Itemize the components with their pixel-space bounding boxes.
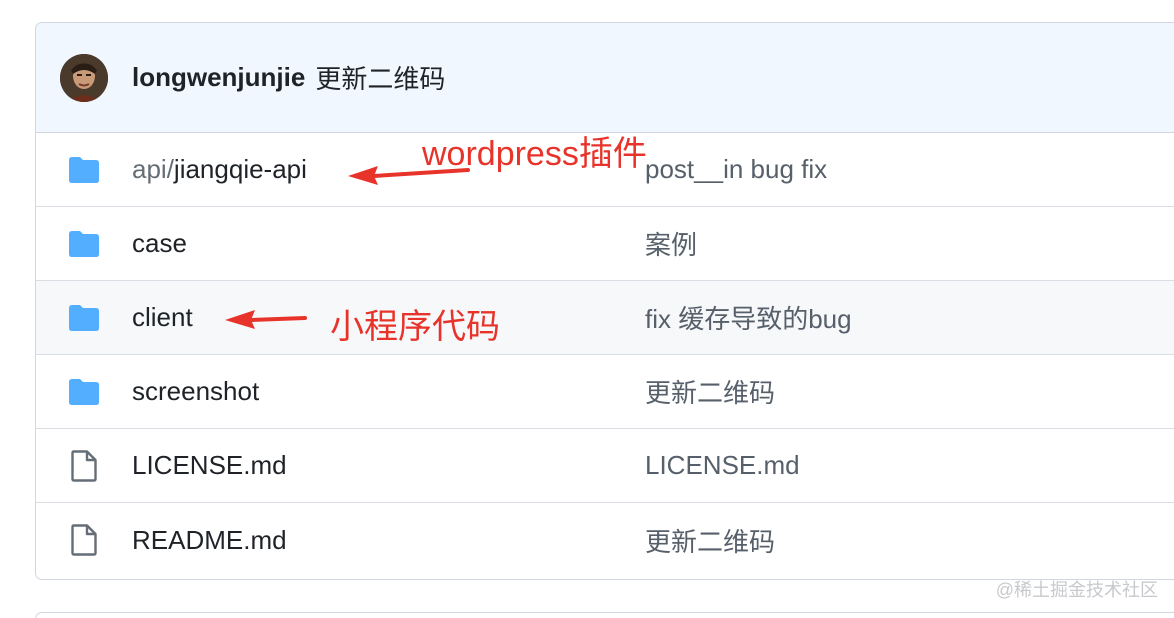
row-commit-message[interactable]: 案例 — [645, 225, 697, 262]
folder-icon — [67, 227, 101, 261]
file-row-client[interactable]: client fix 缓存导致的bug — [36, 281, 1174, 355]
screenshot-stage: longwenjunjie 更新二维码 api/jiangqie-api pos… — [0, 0, 1174, 618]
folder-icon — [67, 301, 101, 335]
row-commit-message[interactable]: LICENSE.md — [645, 450, 800, 481]
annotation-arrow-icon — [348, 166, 470, 185]
file-name-link[interactable]: client — [132, 302, 193, 333]
annotation-miniprogram-code: 小程序代码 — [330, 308, 500, 346]
file-list-box: longwenjunjie 更新二维码 api/jiangqie-api pos… — [35, 22, 1174, 580]
row-commit-message[interactable]: post__in bug fix — [645, 154, 827, 185]
commit-message-link[interactable]: 更新二维码 — [315, 59, 445, 96]
file-row-readme[interactable]: README.md 更新二维码 — [36, 503, 1174, 577]
folder-icon — [67, 153, 101, 187]
row-commit-message[interactable]: fix 缓存导致的bug — [645, 299, 852, 336]
annotation-arrow-icon — [225, 310, 307, 329]
watermark: @稀土掘金技术社区 — [995, 580, 1158, 600]
file-name-link[interactable]: README.md — [132, 525, 287, 556]
file-icon — [67, 523, 101, 557]
row-commit-message[interactable]: 更新二维码 — [645, 373, 775, 410]
file-row-license[interactable]: LICENSE.md LICENSE.md — [36, 429, 1174, 503]
latest-commit-header: longwenjunjie 更新二维码 — [36, 23, 1174, 133]
author-avatar[interactable] — [60, 53, 108, 102]
row-commit-message[interactable]: 更新二维码 — [645, 522, 775, 559]
file-name-link[interactable]: screenshot — [132, 376, 259, 407]
path-prefix: api/ — [132, 154, 174, 184]
file-name-link[interactable]: api/jiangqie-api — [132, 154, 307, 185]
file-icon — [67, 449, 101, 483]
commit-author-link[interactable]: longwenjunjie — [132, 62, 305, 93]
file-name-link[interactable]: LICENSE.md — [132, 450, 287, 481]
next-panel-edge — [35, 612, 1174, 618]
file-row-screenshot[interactable]: screenshot 更新二维码 — [36, 355, 1174, 429]
file-row-case[interactable]: case 案例 — [36, 207, 1174, 281]
folder-icon — [67, 375, 101, 409]
folder-name: jiangqie-api — [173, 154, 307, 184]
file-name-link[interactable]: case — [132, 228, 187, 259]
